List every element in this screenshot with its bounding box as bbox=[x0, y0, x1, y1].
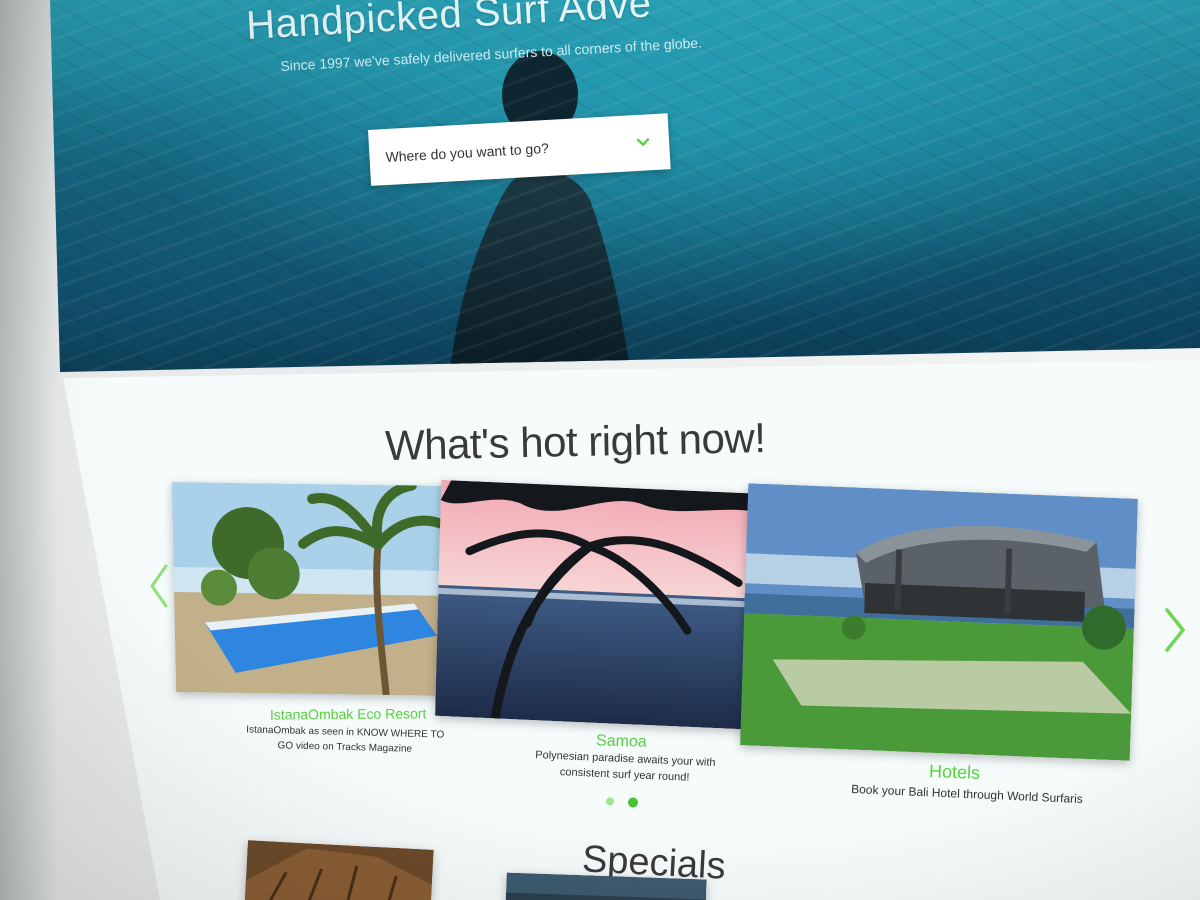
hot-card-description-1: IstanaOmbak as seen in KNOW WHERE TO GO … bbox=[246, 724, 445, 755]
chevron-down-icon bbox=[636, 138, 650, 147]
chevron-right-icon bbox=[1165, 608, 1186, 652]
samoa-image bbox=[435, 479, 769, 731]
hot-card-image-3[interactable] bbox=[740, 483, 1138, 761]
hero-banner bbox=[0, 0, 1200, 372]
hot-card-title-1[interactable]: IstanaOmbak Eco Resort bbox=[270, 705, 427, 722]
carousel-dot-2[interactable] bbox=[627, 797, 639, 808]
hot-card-image-1[interactable] bbox=[171, 482, 459, 696]
destination-select-label: Where do you want to go? bbox=[385, 139, 550, 166]
carousel-prev-button[interactable] bbox=[140, 558, 180, 614]
resort-pool-image bbox=[171, 482, 459, 696]
hot-card-title-3[interactable]: Hotels bbox=[929, 761, 981, 784]
browser-viewport: Handpicked Surf Adve Since 1997 we've sa… bbox=[0, 0, 1200, 900]
chevron-left-icon bbox=[150, 564, 168, 608]
hot-section-title: What's hot right now! bbox=[384, 414, 766, 469]
carousel-dot-1[interactable] bbox=[605, 797, 615, 806]
special-card-image-1[interactable] bbox=[244, 840, 434, 900]
carousel-next-button[interactable] bbox=[1155, 602, 1195, 658]
screen-bezel bbox=[0, 0, 60, 900]
hot-card-image-2[interactable] bbox=[435, 479, 769, 731]
hotel-image bbox=[740, 483, 1138, 761]
special-image-1 bbox=[244, 840, 434, 900]
diver-image bbox=[450, 51, 630, 370]
hot-card-title-2[interactable]: Samoa bbox=[596, 732, 647, 751]
carousel-dots bbox=[605, 797, 639, 808]
